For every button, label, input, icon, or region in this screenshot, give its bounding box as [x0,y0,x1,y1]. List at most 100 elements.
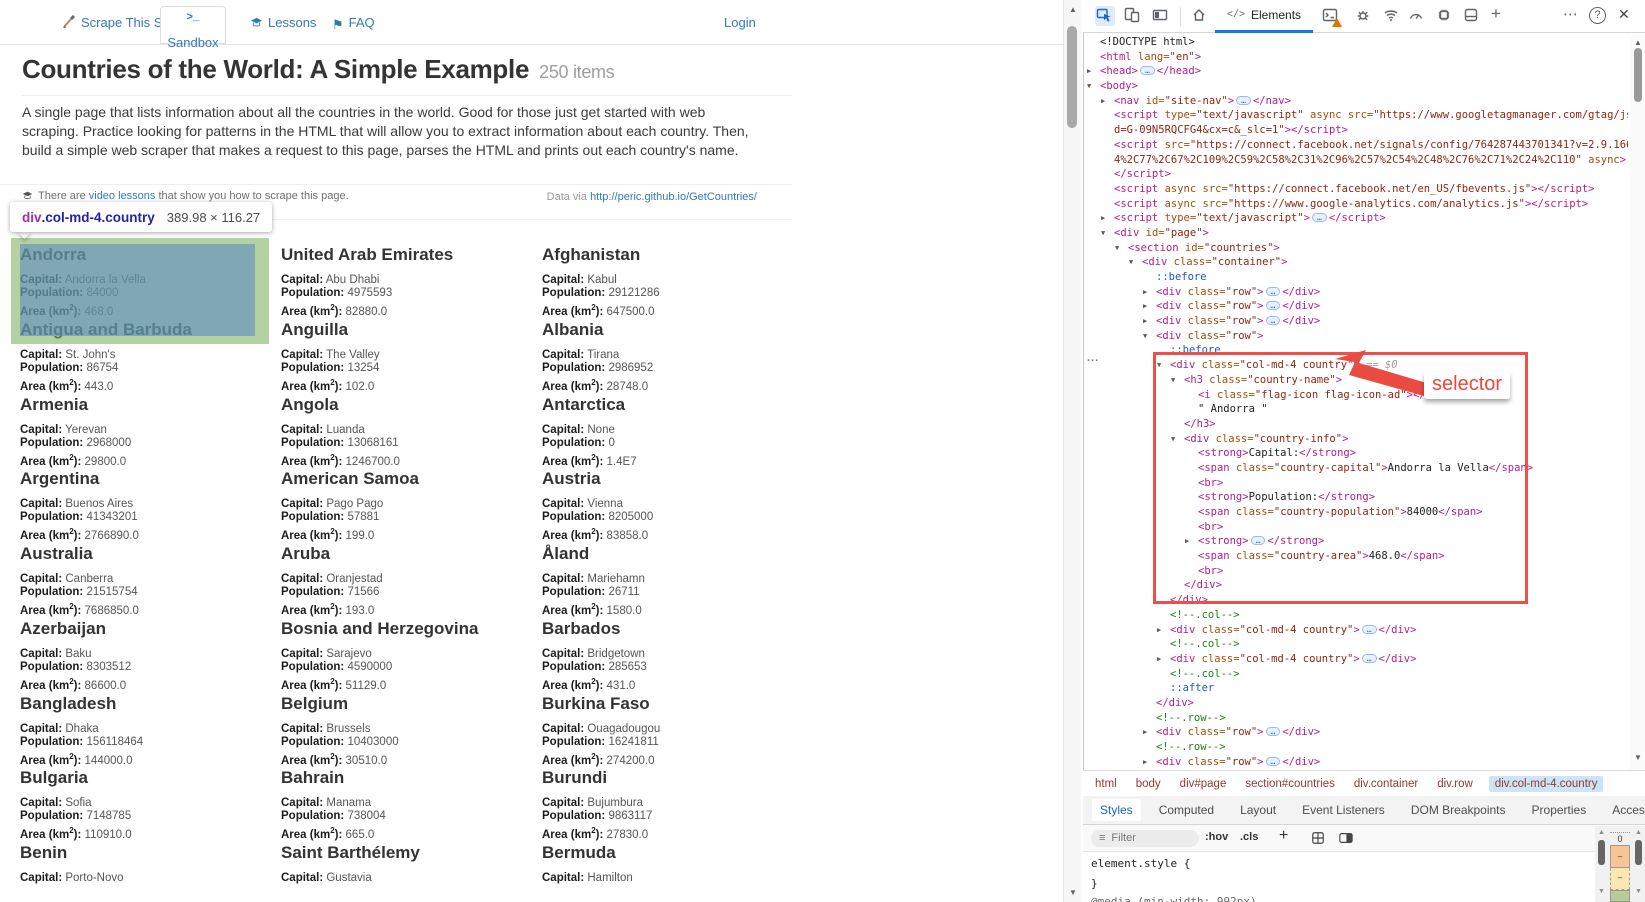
expand-ellipsis-icon[interactable]: … [1251,536,1266,545]
dom-tree-node[interactable]: <script async src="https://connect.faceb… [1083,182,1628,197]
breadcrumb-item[interactable]: div.col-md-4.country [1489,776,1604,792]
collapse-icon[interactable]: ▼ [1143,329,1147,344]
expand-icon[interactable]: ▶ [1143,299,1147,314]
scroll-down-icon[interactable]: ▼ [1069,888,1077,897]
styles-scrollbar[interactable]: ▲ ▼ [1595,826,1608,902]
dom-tree-node[interactable]: </div> [1083,578,1628,593]
dom-tree-node[interactable]: <script src="https://connect.facebook.ne… [1083,138,1628,153]
tab-computed[interactable]: Computed [1151,799,1222,821]
tab-dom-breakpoints[interactable]: DOM Breakpoints [1403,799,1514,821]
expand-icon[interactable]: ▶ [1143,285,1147,300]
dom-tree-node[interactable]: <br> [1083,564,1628,579]
memory-icon[interactable] [1436,7,1454,25]
styles-filter-input[interactable]: ≡Filter [1091,830,1199,847]
collapse-icon[interactable]: ▼ [1129,255,1133,270]
dom-tree-node[interactable]: ::before [1083,270,1628,285]
close-icon[interactable]: ✕ [1618,6,1630,23]
breadcrumb-item[interactable]: html [1092,776,1120,792]
expand-ellipsis-icon[interactable]: … [1312,213,1327,222]
expand-ellipsis-icon[interactable]: … [1362,625,1377,634]
expand-icon[interactable]: ▶ [1185,534,1189,549]
dom-tree-node[interactable]: 4%2C77%2C67%2C109%2C59%2C58%2C31%2C96%2C… [1083,153,1628,168]
toggle-class-button[interactable]: .cls [1240,831,1258,843]
expand-ellipsis-icon[interactable]: … [1140,66,1155,75]
dom-tree-node[interactable]: ▼<div class="container"> [1083,255,1628,270]
breadcrumb-item[interactable]: div.container [1351,776,1421,792]
expand-ellipsis-icon[interactable]: … [1362,654,1377,663]
tab-styles[interactable]: Styles [1092,799,1141,821]
tab-elements[interactable]: </> Elements [1215,0,1313,33]
color-scheme-icon[interactable] [1311,831,1325,848]
dom-tree-node[interactable]: </h3> [1083,417,1628,432]
expand-ellipsis-icon[interactable]: … [1266,287,1281,296]
scroll-down-icon[interactable]: ▼ [1635,888,1642,895]
dom-tree-node[interactable]: ::after [1083,681,1628,696]
network-icon[interactable] [1383,7,1401,25]
tab-sandbox[interactable]: >_ Sandbox [160,6,226,44]
expand-ellipsis-icon[interactable]: … [1266,316,1281,325]
dom-tree-node[interactable]: <html lang="en"> [1083,50,1628,65]
dom-tree-node[interactable]: <span class="country-capital">Andorra la… [1083,461,1628,476]
dom-tree-node[interactable]: ▶<div class="col-md-4 country">…</div> [1083,623,1628,638]
dom-tree-node[interactable]: ▼<div class="row"> [1083,329,1628,344]
dom-tree-node[interactable]: ▶<div class="row">…</div> [1083,755,1628,770]
inspect-icon[interactable] [1095,6,1115,26]
expand-icon[interactable]: ▶ [1143,314,1147,329]
expand-ellipsis-icon[interactable]: … [1266,757,1281,766]
expand-ellipsis-icon[interactable]: … [1266,301,1281,310]
expand-icon[interactable]: ▶ [1101,94,1105,109]
dom-tree-node[interactable]: ▶<strong>…</strong> [1083,534,1628,549]
breadcrumb-item[interactable]: body [1133,776,1164,792]
tab-properties[interactable]: Properties [1524,799,1595,821]
collapse-icon[interactable]: ▼ [1101,226,1105,241]
tab-lessons[interactable]: Lessons [250,15,316,32]
breadcrumb-item[interactable]: section#countries [1242,776,1338,792]
expand-icon[interactable]: ▶ [1157,652,1161,667]
collapse-icon[interactable]: ▼ [1157,358,1161,373]
dom-tree-scrollbar-thumb[interactable] [1634,48,1642,102]
collapse-icon[interactable]: ▼ [1171,432,1175,447]
scrollbar-thumb[interactable] [1598,840,1605,865]
dom-tree-node[interactable]: </script> [1083,167,1628,182]
expand-ellipsis-icon[interactable]: … [1266,727,1281,736]
expand-icon[interactable]: ▶ [1143,755,1147,770]
tab-accessibility[interactable]: Accessibility [1604,799,1645,821]
dom-tree-node[interactable]: <!--.col--> [1083,608,1628,623]
dom-tree-node[interactable]: " Andorra " [1083,402,1628,417]
dom-tree-node[interactable]: ▶<div class="row">…</div> [1083,314,1628,329]
clipped-style-rule[interactable]: @media (min-width: 992px) [1091,895,1257,902]
dom-tree-node[interactable]: ▼<div class="country-info"> [1083,432,1628,447]
dom-tree-node[interactable]: ▶<div class="row">…</div> [1083,285,1628,300]
tab-event-listeners[interactable]: Event Listeners [1294,799,1393,821]
dom-tree-node[interactable]: <script async src="https://www.google-an… [1083,197,1628,212]
expand-icon[interactable]: ▶ [1143,725,1147,740]
more-options-icon[interactable]: ⋯ [1563,5,1578,23]
scroll-up-icon[interactable]: ▲ [1598,829,1605,836]
focus-mode-icon[interactable] [1152,7,1170,25]
page-scrollbar[interactable]: ▲ ▼ [1063,0,1081,902]
collapse-icon[interactable]: ▼ [1115,241,1119,256]
scroll-down-icon[interactable]: ▼ [1634,753,1642,762]
dom-tree-node[interactable]: ▼<body> [1083,79,1628,94]
dom-tree-node[interactable]: <!--.row--> [1083,711,1628,726]
dom-tree-node[interactable]: ▶<div class="row">…</div> [1083,299,1628,314]
application-icon[interactable] [1463,7,1481,25]
dom-tree-node[interactable]: <strong>Capital:</strong> [1083,446,1628,461]
scrollbar-thumb[interactable] [1635,840,1642,865]
page-scrollbar-thumb[interactable] [1067,26,1077,128]
dom-tree-node[interactable]: <span class="country-area">468.0</span> [1083,549,1628,564]
expand-icon[interactable]: ▶ [1157,623,1161,638]
debug-icon[interactable] [1355,7,1373,25]
collapse-icon[interactable]: ▼ [1171,373,1175,388]
login-link[interactable]: Login [724,15,756,30]
dom-tree-node[interactable]: ▶<head>…</head> [1083,64,1628,79]
dom-tree-node[interactable]: <!--.col--> [1083,637,1628,652]
scroll-up-icon[interactable]: ▲ [1634,38,1642,47]
add-tab-icon[interactable]: + [1491,4,1501,24]
tab-layout[interactable]: Layout [1232,799,1284,821]
dom-tree-node[interactable]: <br> [1083,476,1628,491]
element-style-rule-open[interactable]: element.style { [1091,857,1190,870]
new-style-rule-icon[interactable]: + [1279,827,1288,845]
dom-tree-node[interactable]: ▼<section id="countries"> [1083,241,1628,256]
dom-tree-scrollbar[interactable]: ▲ ▼ [1630,35,1645,770]
